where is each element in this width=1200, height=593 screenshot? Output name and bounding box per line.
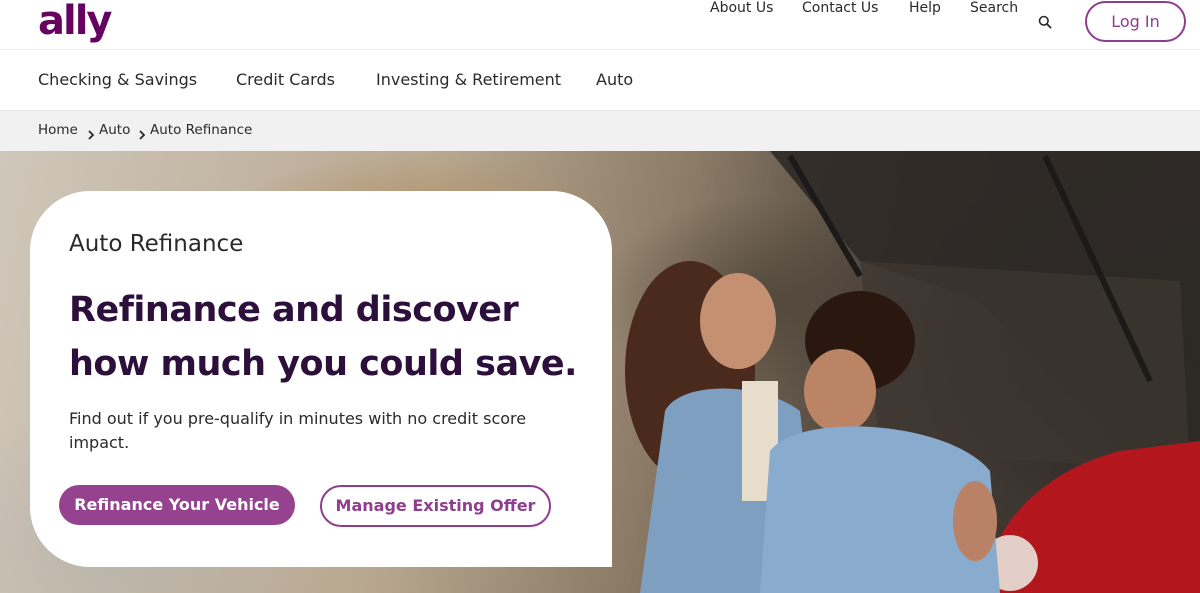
hero-subtext: Find out if you pre-qualify in minutes w… <box>69 409 527 452</box>
hero-headline: Refinance and discover how much you coul… <box>69 283 599 391</box>
breadcrumb: Home Auto Auto Refinance <box>0 111 1200 151</box>
hero-banner: Auto Refinance Refinance and discover ho… <box>0 151 1200 593</box>
refinance-your-vehicle-button[interactable]: Refinance Your Vehicle <box>59 485 295 525</box>
hero-eyebrow: Auto Refinance <box>69 231 244 257</box>
hero-headline-line-1: Refinance and discover <box>69 290 519 330</box>
main-nav: Checking & Savings Credit Cards Investin… <box>0 50 1200 111</box>
nav-item-auto[interactable]: Auto <box>596 70 633 89</box>
nav-item-credit-cards[interactable]: Credit Cards <box>236 70 335 89</box>
breadcrumb-home[interactable]: Home <box>38 122 78 138</box>
top-utility-bar: ally About Us Contact Us Help Search Log… <box>0 0 1200 50</box>
search-icon[interactable] <box>1038 14 1052 33</box>
chevron-right-icon <box>87 125 95 144</box>
search-link[interactable]: Search <box>970 0 1018 16</box>
search-icon-graphic <box>1038 15 1052 29</box>
nav-item-investing-retirement[interactable]: Investing & Retirement <box>376 70 561 89</box>
breadcrumb-auto-refinance: Auto Refinance <box>150 122 253 138</box>
about-us-link[interactable]: About Us <box>710 0 773 16</box>
log-in-button[interactable]: Log In <box>1085 1 1186 42</box>
ally-logo[interactable]: ally <box>38 0 112 44</box>
manage-existing-offer-button[interactable]: Manage Existing Offer <box>320 485 551 527</box>
hero-card: Auto Refinance Refinance and discover ho… <box>30 191 612 567</box>
help-link[interactable]: Help <box>909 0 941 16</box>
contact-us-link[interactable]: Contact Us <box>802 0 878 16</box>
hero-headline-line-2: how much you could save. <box>69 344 577 384</box>
nav-item-checking-savings[interactable]: Checking & Savings <box>38 70 197 89</box>
chevron-right-icon <box>138 125 146 144</box>
breadcrumb-auto[interactable]: Auto <box>99 122 130 138</box>
